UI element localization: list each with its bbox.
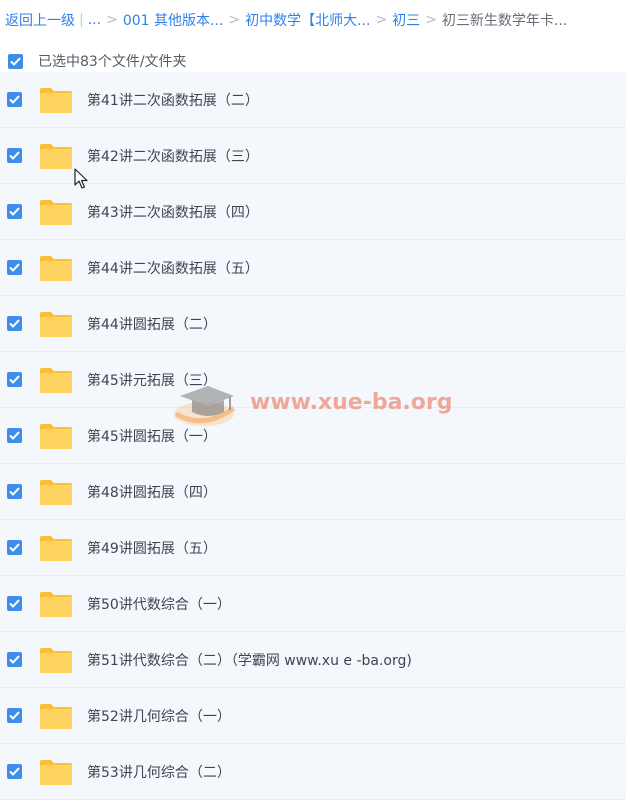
file-name[interactable]: 第52讲几何综合（一） — [87, 706, 231, 726]
row-checkbox[interactable] — [7, 540, 22, 555]
folder-icon — [40, 759, 72, 785]
folder-icon — [40, 199, 72, 225]
folder-icon — [40, 311, 72, 337]
checkmark-icon — [9, 431, 20, 440]
folder-icon — [40, 703, 72, 729]
row-checkbox[interactable] — [7, 372, 22, 387]
file-row[interactable]: 第49讲圆拓展（五） — [0, 520, 626, 576]
checkmark-icon — [9, 655, 20, 664]
mouse-pointer-icon — [74, 168, 88, 189]
selection-count: 已选中83个文件/文件夹 — [38, 54, 187, 70]
folder-icon — [40, 255, 72, 281]
file-list: 第41讲二次函数拓展（二） 第42讲二次函数拓展（三） 第43讲二次函数拓展（四… — [0, 72, 626, 800]
file-name[interactable]: 第45讲元拓展（三） — [87, 370, 217, 390]
back-link[interactable]: 返回上一级 — [5, 10, 75, 30]
file-row[interactable]: 第53讲几何综合（二） — [0, 744, 626, 800]
breadcrumb-separator: > — [228, 12, 241, 28]
row-checkbox[interactable] — [7, 596, 22, 611]
file-name[interactable]: 第45讲圆拓展（一） — [87, 426, 217, 446]
checkmark-icon — [9, 711, 20, 720]
file-name[interactable]: 第51讲代数综合（二）（学霸网 www.xu e -ba.org) — [87, 650, 412, 670]
breadcrumb-separator: > — [425, 12, 437, 28]
checkmark-icon — [9, 319, 20, 328]
row-checkbox[interactable] — [7, 764, 22, 779]
breadcrumb-item-grade-nine[interactable]: 初三 — [392, 10, 420, 30]
checkmark-icon — [9, 375, 20, 384]
row-checkbox[interactable] — [7, 484, 22, 499]
file-row[interactable]: 第52讲几何综合（一） — [0, 688, 626, 744]
checkmark-icon — [9, 543, 20, 552]
breadcrumb-item-junior-math[interactable]: 初中数学【北师大... — [245, 10, 370, 30]
breadcrumb-ellipsis[interactable]: ... — [88, 12, 101, 28]
file-row[interactable]: 第42讲二次函数拓展（三） — [0, 128, 626, 184]
file-row[interactable]: 第43讲二次函数拓展（四） — [0, 184, 626, 240]
breadcrumb-divider: | — [79, 12, 84, 28]
folder-icon — [40, 591, 72, 617]
folder-icon — [40, 87, 72, 113]
row-checkbox[interactable] — [7, 316, 22, 331]
file-row[interactable]: 第41讲二次函数拓展（二） — [0, 72, 626, 128]
file-name[interactable]: 第48讲圆拓展（四） — [87, 482, 217, 502]
row-checkbox[interactable] — [7, 92, 22, 107]
file-row[interactable]: 第44讲圆拓展（二） — [0, 296, 626, 352]
file-name[interactable]: 第50讲代数综合（一） — [87, 594, 231, 614]
file-row[interactable]: 第44讲二次函数拓展（五） — [0, 240, 626, 296]
file-row[interactable]: 第45讲元拓展（三） — [0, 352, 626, 408]
file-name[interactable]: 第41讲二次函数拓展（二） — [87, 90, 259, 110]
file-row[interactable]: 第48讲圆拓展（四） — [0, 464, 626, 520]
breadcrumb: 返回上一级 | ... > 001 其他版本... > 初中数学【北师大... … — [0, 0, 626, 40]
file-name[interactable]: 第53讲几何综合（二） — [87, 762, 231, 782]
row-checkbox[interactable] — [7, 260, 22, 275]
file-name[interactable]: 第42讲二次函数拓展（三） — [87, 146, 259, 166]
file-row[interactable]: 第51讲代数综合（二）（学霸网 www.xu e -ba.org) — [0, 632, 626, 688]
checkmark-icon — [9, 487, 20, 496]
checkmark-icon — [10, 57, 21, 66]
folder-icon — [40, 143, 72, 169]
checkmark-icon — [9, 263, 20, 272]
checkmark-icon — [9, 207, 20, 216]
breadcrumb-separator: > — [375, 12, 388, 28]
breadcrumb-current: 初三新生数学年卡... — [441, 13, 568, 29]
breadcrumb-separator: > — [106, 12, 118, 28]
file-name[interactable]: 第49讲圆拓展（五） — [87, 538, 217, 558]
file-name[interactable]: 第44讲二次函数拓展（五） — [87, 258, 259, 278]
checkmark-icon — [9, 767, 20, 776]
checkmark-icon — [9, 599, 20, 608]
row-checkbox[interactable] — [7, 708, 22, 723]
folder-icon — [40, 535, 72, 561]
row-checkbox[interactable] — [7, 204, 22, 219]
folder-icon — [40, 367, 72, 393]
file-row[interactable]: 第50讲代数综合（一） — [0, 576, 626, 632]
checkmark-icon — [9, 151, 20, 160]
folder-icon — [40, 479, 72, 505]
row-checkbox[interactable] — [7, 652, 22, 667]
row-checkbox[interactable] — [7, 428, 22, 443]
breadcrumb-item-other-versions[interactable]: 001 其他版本... — [123, 10, 224, 30]
file-name[interactable]: 第43讲二次函数拓展（四） — [87, 202, 259, 222]
file-name[interactable]: 第44讲圆拓展（二） — [87, 314, 217, 334]
folder-icon — [40, 647, 72, 673]
checkmark-icon — [9, 95, 20, 104]
row-checkbox[interactable] — [7, 148, 22, 163]
folder-icon — [40, 423, 72, 449]
select-all-checkbox[interactable] — [8, 53, 23, 69]
file-row[interactable]: 第45讲圆拓展（一） — [0, 408, 626, 464]
